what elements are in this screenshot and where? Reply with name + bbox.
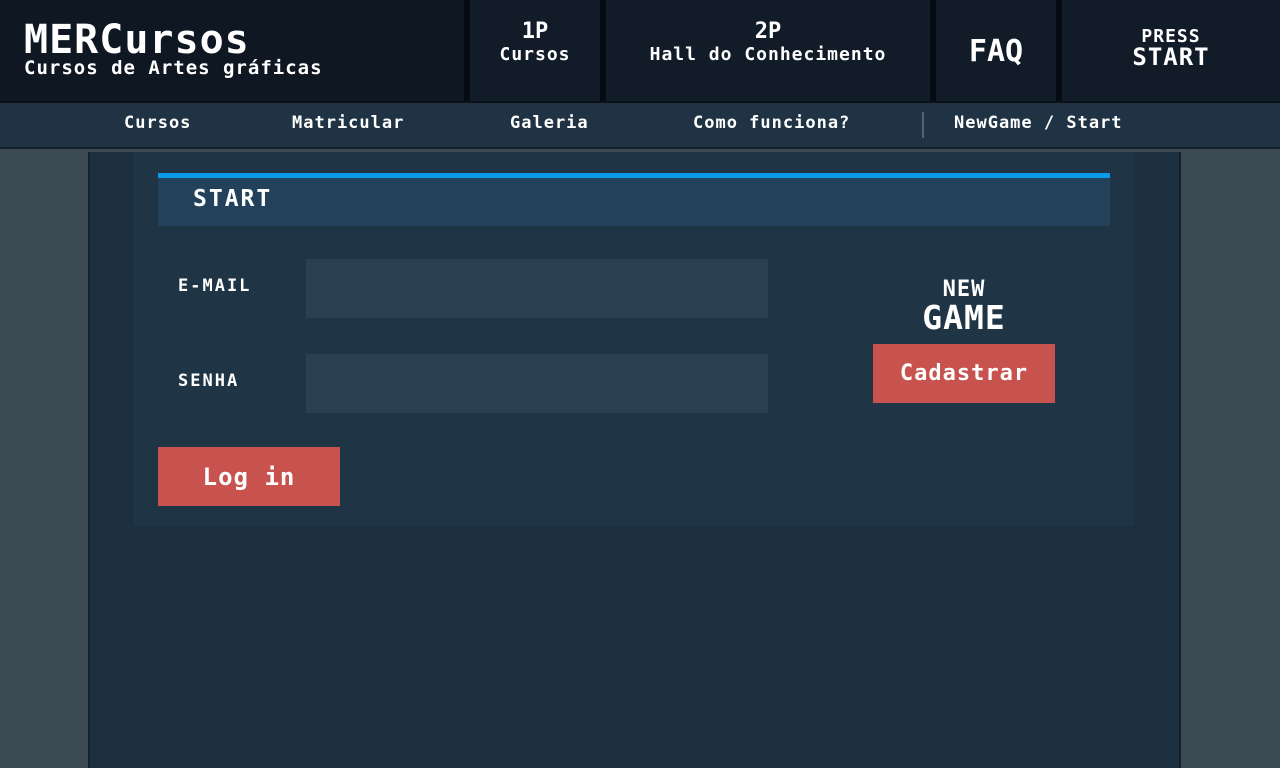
topnav-faq-label: FAQ [968, 34, 1024, 69]
topnav-1p-label: 1P [521, 19, 549, 44]
subnav-item-matricular[interactable]: Matricular [292, 113, 404, 133]
brand-logo[interactable]: MERCursos Cursos de Artes gráficas [0, 0, 464, 101]
brand-title[interactable]: MERCursos [24, 20, 464, 60]
topnav-1p-cursos[interactable]: 1P Cursos [464, 0, 600, 101]
subnav-item-como-funciona[interactable]: Como funciona? [693, 113, 850, 133]
secondary-nav: Cursos Matricular Galeria Como funciona?… [0, 103, 1280, 149]
brand-subtitle: Cursos de Artes gráficas [24, 57, 323, 79]
new-game-line2: GAME [922, 298, 1006, 337]
topnav-2p-sublabel: Hall do Conhecimento [649, 44, 887, 65]
signup-button[interactable]: Cadastrar [873, 344, 1055, 403]
email-field[interactable] [306, 259, 768, 318]
subnav-item-cursos[interactable]: Cursos [124, 113, 191, 133]
password-label: SENHA [178, 371, 240, 391]
topnav-2p-label: 2P [754, 19, 782, 44]
password-field[interactable] [306, 354, 768, 413]
new-game-heading: NEW GAME [873, 278, 1055, 337]
login-title: START [193, 186, 273, 212]
top-header: MERCursos Cursos de Artes gráficas 1P Cu… [0, 0, 1280, 103]
topnav-faq[interactable]: FAQ [930, 0, 1056, 101]
subnav-item-newgame-start[interactable]: NewGame / Start [954, 113, 1123, 133]
login-button[interactable]: Log in [158, 447, 340, 506]
email-label: E-MAIL [178, 276, 252, 296]
topnav-press-start[interactable]: PRESS START [1056, 0, 1280, 101]
topnav-2p-hall[interactable]: 2P Hall do Conhecimento [600, 0, 930, 101]
subnav-item-galeria[interactable]: Galeria [510, 113, 589, 133]
login-card-header: START [158, 173, 1110, 226]
topnav-start-label: START [1132, 43, 1210, 71]
topnav-1p-sublabel: Cursos [499, 44, 571, 65]
subnav-divider [922, 112, 924, 138]
